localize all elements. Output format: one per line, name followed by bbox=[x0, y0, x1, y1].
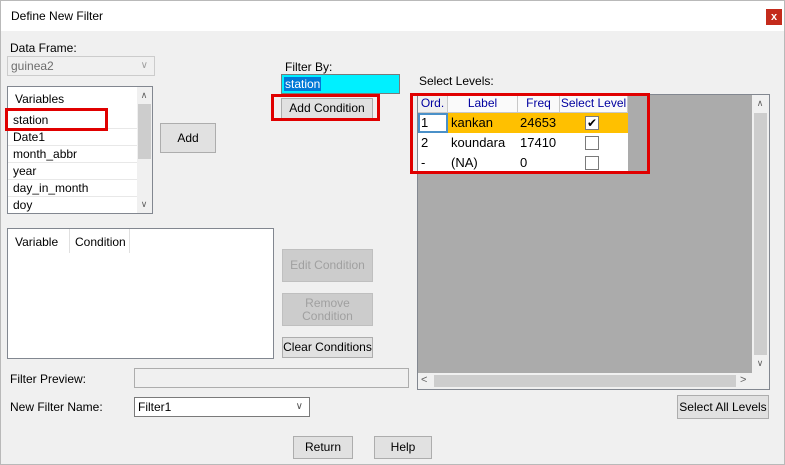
add-button[interactable]: Add bbox=[160, 123, 216, 153]
scrollbar-corner bbox=[752, 373, 769, 389]
define-new-filter-dialog: Define New Filter x Data Frame: guinea2 … bbox=[0, 0, 785, 465]
chevron-down-icon[interactable]: ∨ bbox=[753, 358, 767, 369]
remove-condition-button[interactable]: Remove Condition bbox=[282, 293, 373, 326]
select-levels-grid[interactable]: Ord. Label Freq Select Level 1 kankan 24… bbox=[417, 94, 770, 390]
return-button[interactable]: Return bbox=[293, 436, 353, 459]
scrollbar-thumb[interactable] bbox=[434, 375, 736, 387]
edit-condition-button[interactable]: Edit Condition bbox=[282, 249, 373, 282]
chevron-right-icon[interactable]: > bbox=[740, 374, 746, 386]
list-item[interactable]: station bbox=[8, 112, 138, 129]
column-header-ord[interactable]: Ord. bbox=[418, 95, 448, 113]
filter-by-label: Filter By: bbox=[285, 60, 333, 74]
column-header-label[interactable]: Label bbox=[448, 95, 518, 113]
variables-scrollbar[interactable]: ∧ ∨ bbox=[137, 87, 152, 213]
chevron-up-icon[interactable]: ∧ bbox=[753, 98, 767, 109]
clear-conditions-button[interactable]: Clear Conditions bbox=[282, 337, 373, 358]
data-frame-select[interactable]: guinea2 ∨ bbox=[7, 56, 155, 76]
chevron-down-icon[interactable]: ∨ bbox=[137, 199, 151, 210]
help-button[interactable]: Help bbox=[374, 436, 432, 459]
select-all-levels-button[interactable]: Select All Levels bbox=[677, 395, 769, 419]
new-filter-name-combo[interactable]: Filter1 ∨ bbox=[134, 397, 310, 417]
filter-preview-label: Filter Preview: bbox=[10, 372, 87, 386]
grid-cell-ord[interactable]: - bbox=[421, 153, 425, 173]
scrollbar-thumb[interactable] bbox=[138, 104, 151, 159]
select-levels-label: Select Levels: bbox=[419, 74, 494, 88]
column-header-freq[interactable]: Freq bbox=[518, 95, 560, 113]
new-filter-name-value: Filter1 bbox=[138, 400, 172, 414]
checkbox-checked-icon[interactable]: ✔ bbox=[585, 116, 599, 130]
filter-by-value: station bbox=[284, 77, 322, 91]
grid-cell-freq[interactable]: 17410 bbox=[520, 133, 556, 153]
variables-list[interactable]: Variables station Date1 month_abbr year … bbox=[7, 86, 153, 214]
grid-cell-ord[interactable]: 1 bbox=[421, 113, 428, 133]
checkbox-icon[interactable] bbox=[585, 156, 599, 170]
data-frame-label: Data Frame: bbox=[10, 41, 77, 55]
title-bar[interactable]: Define New Filter x bbox=[1, 1, 784, 31]
levels-vertical-scrollbar[interactable]: ∧ ∨ bbox=[752, 95, 769, 373]
chevron-down-icon: ∨ bbox=[140, 60, 148, 71]
filter-by-field[interactable]: station bbox=[281, 74, 400, 94]
grid-cell-ord[interactable]: 2 bbox=[421, 133, 428, 153]
list-item[interactable]: doy bbox=[8, 197, 138, 214]
filter-preview-field bbox=[134, 368, 409, 388]
new-filter-name-label: New Filter Name: bbox=[10, 400, 103, 414]
variables-header: Variables bbox=[15, 92, 65, 106]
grid-cell-label[interactable]: (NA) bbox=[451, 153, 478, 173]
chevron-left-icon[interactable]: < bbox=[421, 374, 427, 386]
column-header-variable[interactable]: Variable bbox=[8, 229, 70, 253]
list-item[interactable]: day_in_month bbox=[8, 180, 138, 197]
data-frame-value: guinea2 bbox=[11, 59, 54, 73]
list-item[interactable]: Date1 bbox=[8, 129, 138, 146]
checkbox-icon[interactable] bbox=[585, 136, 599, 150]
column-header-select-level[interactable]: Select Level bbox=[560, 95, 628, 113]
list-item[interactable]: month_abbr bbox=[8, 146, 138, 163]
grid-cell-label[interactable]: koundara bbox=[451, 133, 505, 153]
grid-cell-label[interactable]: kankan bbox=[451, 113, 493, 133]
grid-cell-freq[interactable]: 24653 bbox=[520, 113, 556, 133]
column-header-condition[interactable]: Condition bbox=[70, 229, 130, 253]
levels-horizontal-scrollbar[interactable]: < > bbox=[418, 373, 752, 389]
scrollbar-thumb[interactable] bbox=[754, 113, 767, 355]
chevron-up-icon[interactable]: ∧ bbox=[137, 90, 151, 101]
add-condition-button[interactable]: Add Condition bbox=[281, 98, 373, 119]
list-item[interactable]: year bbox=[8, 163, 138, 180]
conditions-table[interactable]: Variable Condition bbox=[7, 228, 274, 359]
chevron-down-icon[interactable]: ∨ bbox=[296, 398, 303, 416]
grid-cell-freq[interactable]: 0 bbox=[520, 153, 527, 173]
window-title: Define New Filter bbox=[11, 9, 104, 23]
close-icon[interactable]: x bbox=[766, 9, 782, 25]
